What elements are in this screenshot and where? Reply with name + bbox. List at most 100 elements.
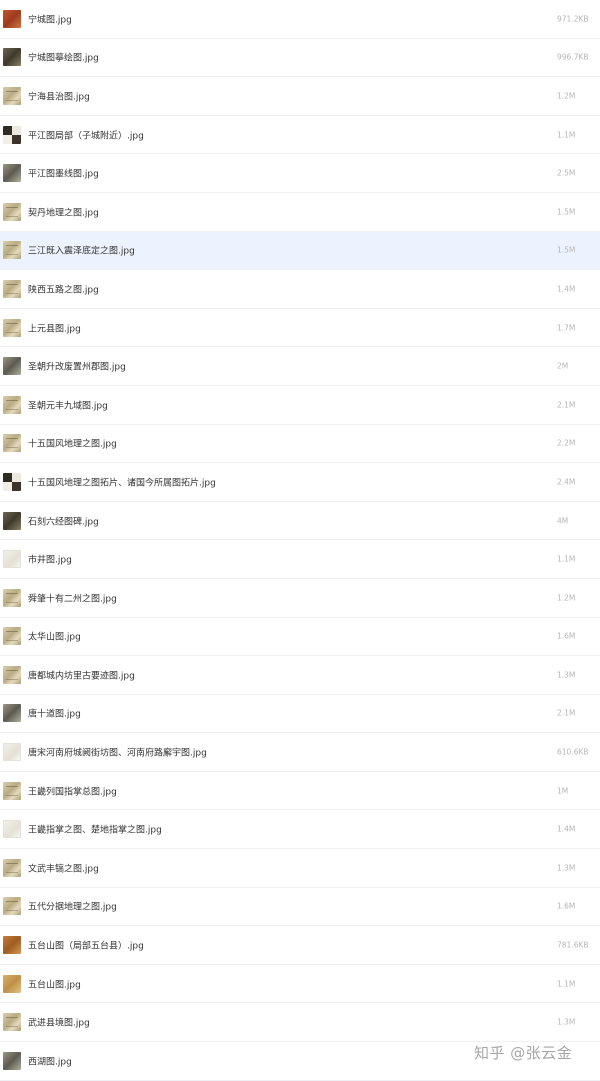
file-name[interactable]: 圣朝元丰九域图.jpg (28, 398, 108, 411)
file-name[interactable]: 陕西五路之图.jpg (28, 282, 99, 295)
map-thumbnail-icon[interactable] (3, 164, 21, 183)
map-thumbnail-icon[interactable] (3, 357, 21, 376)
file-size: 1M (557, 786, 569, 796)
file-size: 781.6KB (557, 940, 589, 950)
file-row[interactable]: 三江既入震泽底定之图.jpg 1.5M (0, 231, 600, 271)
map-thumbnail-icon[interactable] (3, 588, 21, 607)
file-row[interactable]: 五台山图（局部五台县）.jpg 781.6KB (0, 926, 600, 965)
file-size: 2M (557, 361, 569, 371)
map-thumbnail-icon[interactable] (3, 704, 21, 723)
file-size: 971.2KB (557, 14, 589, 24)
file-name[interactable]: 三江既入震泽底定之图.jpg (28, 244, 135, 257)
file-size: 1.2M (557, 91, 576, 101)
file-name[interactable]: 平江图局部（子城附近）.jpg (28, 128, 144, 141)
map-thumbnail-icon[interactable] (3, 472, 21, 491)
file-name[interactable]: 武进县境图.jpg (28, 1016, 90, 1029)
map-thumbnail-icon[interactable] (3, 395, 21, 414)
map-thumbnail-icon[interactable] (3, 125, 21, 144)
file-row[interactable]: 契丹地理之图.jpg 1.5M (0, 192, 600, 232)
file-row[interactable]: 市井图.jpg 1.1M (0, 540, 600, 579)
file-name[interactable]: 文武丰镐之图.jpg (28, 861, 99, 874)
file-size: 1.2M (557, 593, 576, 603)
file-row[interactable]: 武进县境图.jpg 1.3M (0, 1003, 600, 1043)
file-row[interactable]: 舜肇十有二州之图.jpg 1.2M (0, 578, 600, 618)
file-name[interactable]: 太华山图.jpg (28, 630, 81, 643)
file-row[interactable]: 宁城图.jpg 971.2KB (0, 0, 600, 39)
file-name[interactable]: 五代分据地理之图.jpg (28, 900, 117, 913)
file-name[interactable]: 石刻六经图碑.jpg (28, 514, 99, 527)
file-row[interactable]: 宁城图摹绘图.jpg 996.7KB (0, 38, 600, 78)
watermark: 知乎 @张云金 (474, 1044, 573, 1062)
map-thumbnail-icon[interactable] (3, 9, 21, 28)
file-size: 1.3M (557, 863, 576, 873)
file-row[interactable]: 王畿指掌之图、楚地指掌之图.jpg 1.4M (0, 810, 600, 850)
file-size: 1.6M (557, 901, 576, 911)
file-row[interactable]: 文武丰镐之图.jpg 1.3M (0, 849, 600, 888)
map-thumbnail-icon[interactable] (3, 279, 21, 298)
file-name[interactable]: 十五国风地理之图拓片、诸国今所属图拓片.jpg (28, 475, 216, 488)
file-name[interactable]: 市井图.jpg (28, 553, 72, 566)
file-name[interactable]: 五台山图.jpg (28, 977, 81, 990)
file-size: 1.3M (557, 670, 576, 680)
map-thumbnail-icon[interactable] (3, 241, 21, 260)
file-name[interactable]: 唐宋河南府城阙街坊图、河南府路廨宇图.jpg (28, 746, 207, 759)
map-thumbnail-icon[interactable] (3, 820, 21, 839)
file-name[interactable]: 西湖图.jpg (28, 1054, 72, 1067)
file-row[interactable]: 唐都城内坊里古要迹图.jpg 1.3M (0, 656, 600, 695)
map-thumbnail-icon[interactable] (3, 1051, 21, 1070)
file-row[interactable]: 宁海县治图.jpg 1.2M (0, 77, 600, 116)
map-thumbnail-icon[interactable] (3, 781, 21, 800)
file-name[interactable]: 宁城图.jpg (28, 12, 72, 25)
file-row[interactable]: 唐宋河南府城阙街坊图、河南府路廨宇图.jpg 610.6KB (0, 733, 600, 772)
file-row[interactable]: 石刻六经图碑.jpg 4M (0, 501, 600, 541)
file-name[interactable]: 王畿列国指掌总图.jpg (28, 784, 117, 797)
file-name[interactable]: 唐十道图.jpg (28, 707, 81, 720)
file-list: 宁城图.jpg 971.2KB 宁城图摹绘图.jpg 996.7KB 宁海县治图.jpg… (0, 0, 600, 1081)
file-size: 1.3M (557, 1017, 576, 1027)
file-row[interactable]: 十五国风地理之图拓片、诸国今所属图拓片.jpg 2.4M (0, 463, 600, 502)
file-name[interactable]: 圣朝升改废置州郡图.jpg (28, 360, 126, 373)
file-row[interactable]: 平江图局部（子城附近）.jpg 1.1M (0, 115, 600, 155)
file-row[interactable]: 陕西五路之图.jpg 1.4M (0, 270, 600, 309)
file-row[interactable]: 平江图墨线图.jpg 2.5M (0, 154, 600, 193)
file-row[interactable]: 上元县图.jpg 1.7M (0, 308, 600, 348)
map-thumbnail-icon[interactable] (3, 318, 21, 337)
map-thumbnail-icon[interactable] (3, 86, 21, 105)
map-thumbnail-icon[interactable] (3, 743, 21, 762)
file-row[interactable]: 圣朝元丰九域图.jpg 2.1M (0, 385, 600, 425)
file-name[interactable]: 王畿指掌之图、楚地指掌之图.jpg (28, 823, 162, 836)
map-thumbnail-icon[interactable] (3, 511, 21, 530)
file-size: 1.7M (557, 323, 576, 333)
file-size: 1.1M (557, 554, 576, 564)
file-size: 1.5M (557, 207, 576, 217)
map-thumbnail-icon[interactable] (3, 974, 21, 993)
file-row[interactable]: 王畿列国指掌总图.jpg 1M (0, 771, 600, 811)
file-name[interactable]: 十五国风地理之图.jpg (28, 437, 117, 450)
map-thumbnail-icon[interactable] (3, 858, 21, 877)
file-row[interactable]: 太华山图.jpg 1.6M (0, 617, 600, 657)
map-thumbnail-icon[interactable] (3, 627, 21, 646)
file-size: 2.2M (557, 438, 576, 448)
file-name[interactable]: 唐都城内坊里古要迹图.jpg (28, 668, 135, 681)
file-name[interactable]: 宁海县治图.jpg (28, 89, 90, 102)
file-name[interactable]: 契丹地理之图.jpg (28, 205, 99, 218)
map-thumbnail-icon[interactable] (3, 665, 21, 684)
file-row[interactable]: 十五国风地理之图.jpg 2.2M (0, 424, 600, 464)
file-name[interactable]: 宁城图摹绘图.jpg (28, 51, 99, 64)
file-size: 1.6M (557, 631, 576, 641)
map-thumbnail-icon[interactable] (3, 48, 21, 67)
file-row[interactable]: 五台山图.jpg 1.1M (0, 964, 600, 1004)
file-row[interactable]: 唐十道图.jpg 2.1M (0, 694, 600, 734)
map-thumbnail-icon[interactable] (3, 202, 21, 221)
file-row[interactable]: 圣朝升改废置州郡图.jpg 2M (0, 347, 600, 386)
file-name[interactable]: 上元县图.jpg (28, 321, 81, 334)
map-thumbnail-icon[interactable] (3, 1013, 21, 1032)
map-thumbnail-icon[interactable] (3, 897, 21, 916)
map-thumbnail-icon[interactable] (3, 936, 21, 955)
file-name[interactable]: 平江图墨线图.jpg (28, 167, 99, 180)
file-name[interactable]: 五台山图（局部五台县）.jpg (28, 939, 144, 952)
file-name[interactable]: 舜肇十有二州之图.jpg (28, 591, 117, 604)
file-row[interactable]: 五代分据地理之图.jpg 1.6M (0, 887, 600, 927)
map-thumbnail-icon[interactable] (3, 550, 21, 569)
map-thumbnail-icon[interactable] (3, 434, 21, 453)
